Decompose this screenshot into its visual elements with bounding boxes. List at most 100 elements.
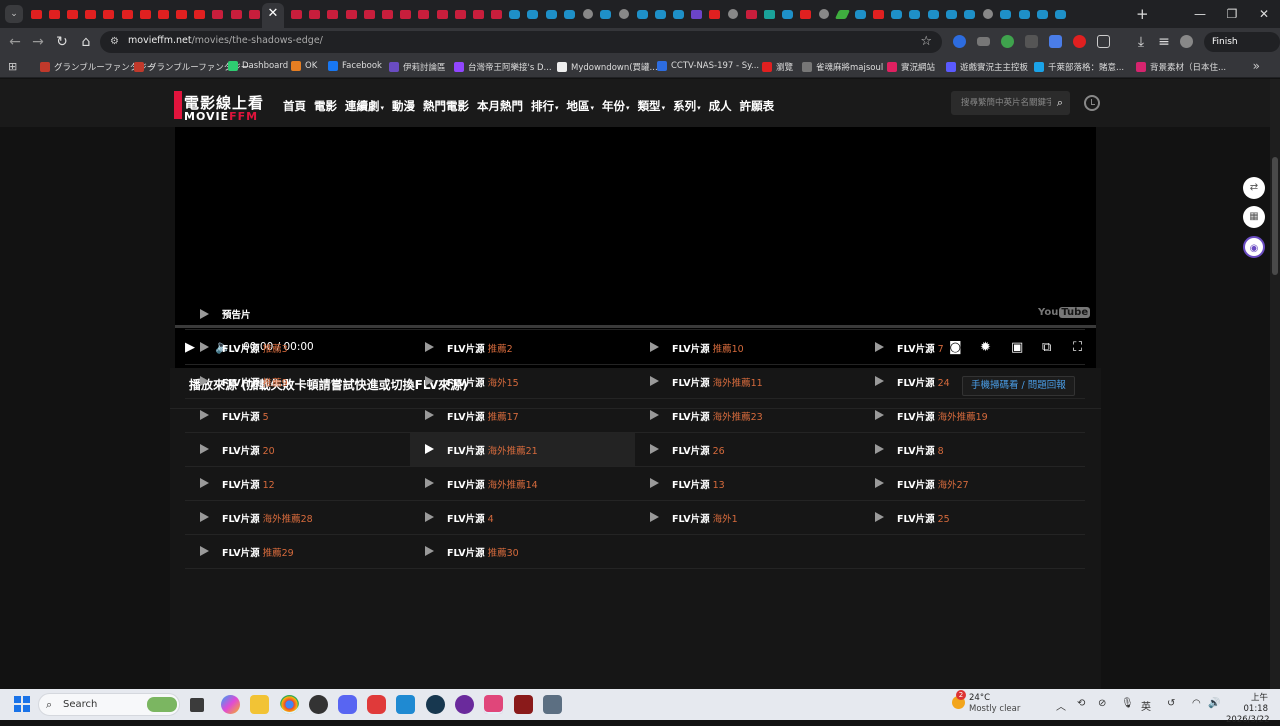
site-logo[interactable]: 電影線上看 MOVIEFFM: [174, 91, 264, 123]
browser-tab[interactable]: [1051, 6, 1069, 22]
extensions-puzzle-icon[interactable]: [1097, 35, 1110, 48]
browser-tab[interactable]: [760, 6, 778, 22]
browser-tab[interactable]: [960, 6, 978, 22]
source-item[interactable]: FLV片源 26: [635, 433, 860, 466]
browser-tab[interactable]: [342, 6, 360, 22]
bookmark-item[interactable]: 實況網站: [887, 61, 935, 73]
menu-item[interactable]: 動漫: [392, 98, 415, 114]
ime-mode-icon[interactable]: ↺: [1167, 698, 1175, 709]
menu-item[interactable]: 熱門電影: [423, 98, 469, 114]
task-view-icon[interactable]: [190, 698, 204, 712]
bookmark-item[interactable]: 伊莉討論區: [389, 61, 446, 73]
source-item[interactable]: FLV片源 海外推薦19: [860, 399, 1085, 432]
browser-tab[interactable]: [651, 6, 669, 22]
browser-tab[interactable]: [415, 6, 433, 22]
browser-tab[interactable]: [542, 6, 560, 22]
source-item[interactable]: FLV片源 海外推薦23: [635, 399, 860, 432]
browser-tab[interactable]: [27, 6, 45, 22]
bookmark-item[interactable]: OK: [291, 61, 317, 71]
minimize-button[interactable]: —: [1184, 0, 1216, 28]
source-item[interactable]: FLV片源 海外15: [410, 365, 635, 398]
extension-icon[interactable]: [1001, 35, 1014, 48]
discord-icon[interactable]: [338, 695, 357, 714]
browser-tab[interactable]: [779, 6, 797, 22]
tray-app-icon[interactable]: ⟲: [1077, 698, 1085, 709]
source-item[interactable]: FLV片源 推薦17: [410, 399, 635, 432]
menu-item[interactable]: 許願表: [740, 98, 775, 114]
source-item[interactable]: FLV片源 推薦9: [185, 365, 410, 398]
finish-update-button[interactable]: Finish update ⋮: [1204, 32, 1280, 67]
bookmark-item[interactable]: Facebook: [328, 61, 382, 71]
home-icon[interactable]: ⌂: [77, 33, 95, 51]
browser-tab[interactable]: [597, 6, 615, 22]
profile-avatar[interactable]: [1180, 35, 1193, 48]
scrollbar-thumb[interactable]: [1272, 157, 1278, 275]
source-item[interactable]: FLV片源 海外推薦21: [410, 433, 635, 466]
browser-tab[interactable]: [451, 6, 469, 22]
source-item[interactable]: FLV片源 海外1: [635, 501, 860, 534]
browser-tab[interactable]: [869, 6, 887, 22]
browser-tab[interactable]: [833, 6, 851, 22]
source-item[interactable]: FLV片源 推薦29: [185, 535, 410, 568]
forward-icon[interactable]: →: [29, 33, 47, 51]
menu-item[interactable]: 排行▾: [531, 98, 559, 114]
browser-tab[interactable]: [118, 6, 136, 22]
source-item[interactable]: FLV片源 海外27: [860, 467, 1085, 500]
steam-icon[interactable]: [426, 695, 445, 714]
more-bookmarks-icon[interactable]: »: [1253, 59, 1260, 73]
system-clock[interactable]: 上午 01:18 2026/3/22: [1226, 693, 1270, 726]
browser-tab[interactable]: [1015, 6, 1033, 22]
search-input[interactable]: [961, 96, 1051, 110]
browser-tab[interactable]: [63, 6, 81, 22]
apps-grid-icon[interactable]: ⊞: [8, 60, 17, 73]
tray-overflow-chevron-icon[interactable]: ︿: [1056, 698, 1066, 713]
browser-tab[interactable]: [324, 6, 342, 22]
chrome-icon[interactable]: [280, 695, 299, 714]
app-icon[interactable]: [367, 695, 386, 714]
source-item[interactable]: FLV片源 20: [185, 433, 410, 466]
source-item[interactable]: FLV片源 7: [860, 331, 1085, 364]
app-icon[interactable]: [455, 695, 474, 714]
tray-app-icon[interactable]: ⊘: [1098, 698, 1106, 709]
browser-tab[interactable]: [1033, 6, 1051, 22]
browser-tab[interactable]: [688, 6, 706, 22]
browser-tab[interactable]: [797, 6, 815, 22]
browser-tab[interactable]: [360, 6, 378, 22]
browser-tab[interactable]: [136, 6, 154, 22]
browser-tab[interactable]: [378, 6, 396, 22]
browser-tab[interactable]: [815, 6, 833, 22]
browser-tab[interactable]: [154, 6, 172, 22]
bookmark-item[interactable]: 雀魂麻將majsoul: [802, 61, 883, 73]
source-item[interactable]: FLV片源 推薦10: [635, 331, 860, 364]
browser-tab[interactable]: [100, 6, 118, 22]
browser-tab[interactable]: [578, 6, 596, 22]
calculator-icon[interactable]: [543, 695, 562, 714]
browser-tab[interactable]: [742, 6, 760, 22]
bookmark-item[interactable]: Mydowndown(買罐...: [557, 61, 658, 73]
browser-tab[interactable]: [306, 6, 324, 22]
bookmark-item[interactable]: 瀏覽: [762, 61, 793, 73]
volume-icon[interactable]: 🔊: [1208, 698, 1220, 709]
bookmark-item[interactable]: 台灣帝王阿樂接's D...: [454, 61, 552, 73]
translate-float-icon[interactable]: ⇄: [1243, 177, 1265, 199]
browser-tab[interactable]: [488, 6, 506, 22]
menu-item[interactable]: 年份▾: [602, 98, 630, 114]
bookmark-star-icon[interactable]: ☆: [920, 34, 932, 49]
browser-tab[interactable]: [997, 6, 1015, 22]
new-tab-button[interactable]: +: [1136, 5, 1149, 23]
browser-tab[interactable]: [287, 6, 305, 22]
browser-tab[interactable]: [724, 6, 742, 22]
wifi-icon[interactable]: ◠: [1192, 698, 1201, 709]
menu-item[interactable]: 成人: [709, 98, 732, 114]
active-tab-close-button[interactable]: ✕: [262, 3, 284, 28]
bookmark-item[interactable]: 千萊部落格：賭意...: [1034, 61, 1124, 73]
browser-tab[interactable]: [173, 6, 191, 22]
search-icon[interactable]: ⌕: [1057, 96, 1063, 110]
browser-tab[interactable]: [942, 6, 960, 22]
menu-item[interactable]: 系列▾: [673, 98, 701, 114]
source-item[interactable]: FLV片源 4: [410, 501, 635, 534]
menu-item[interactable]: 首頁: [283, 98, 306, 114]
reading-list-icon[interactable]: ≡: [1155, 33, 1173, 51]
source-item[interactable]: FLV片源 推薦2: [410, 331, 635, 364]
browser-tab[interactable]: [888, 6, 906, 22]
